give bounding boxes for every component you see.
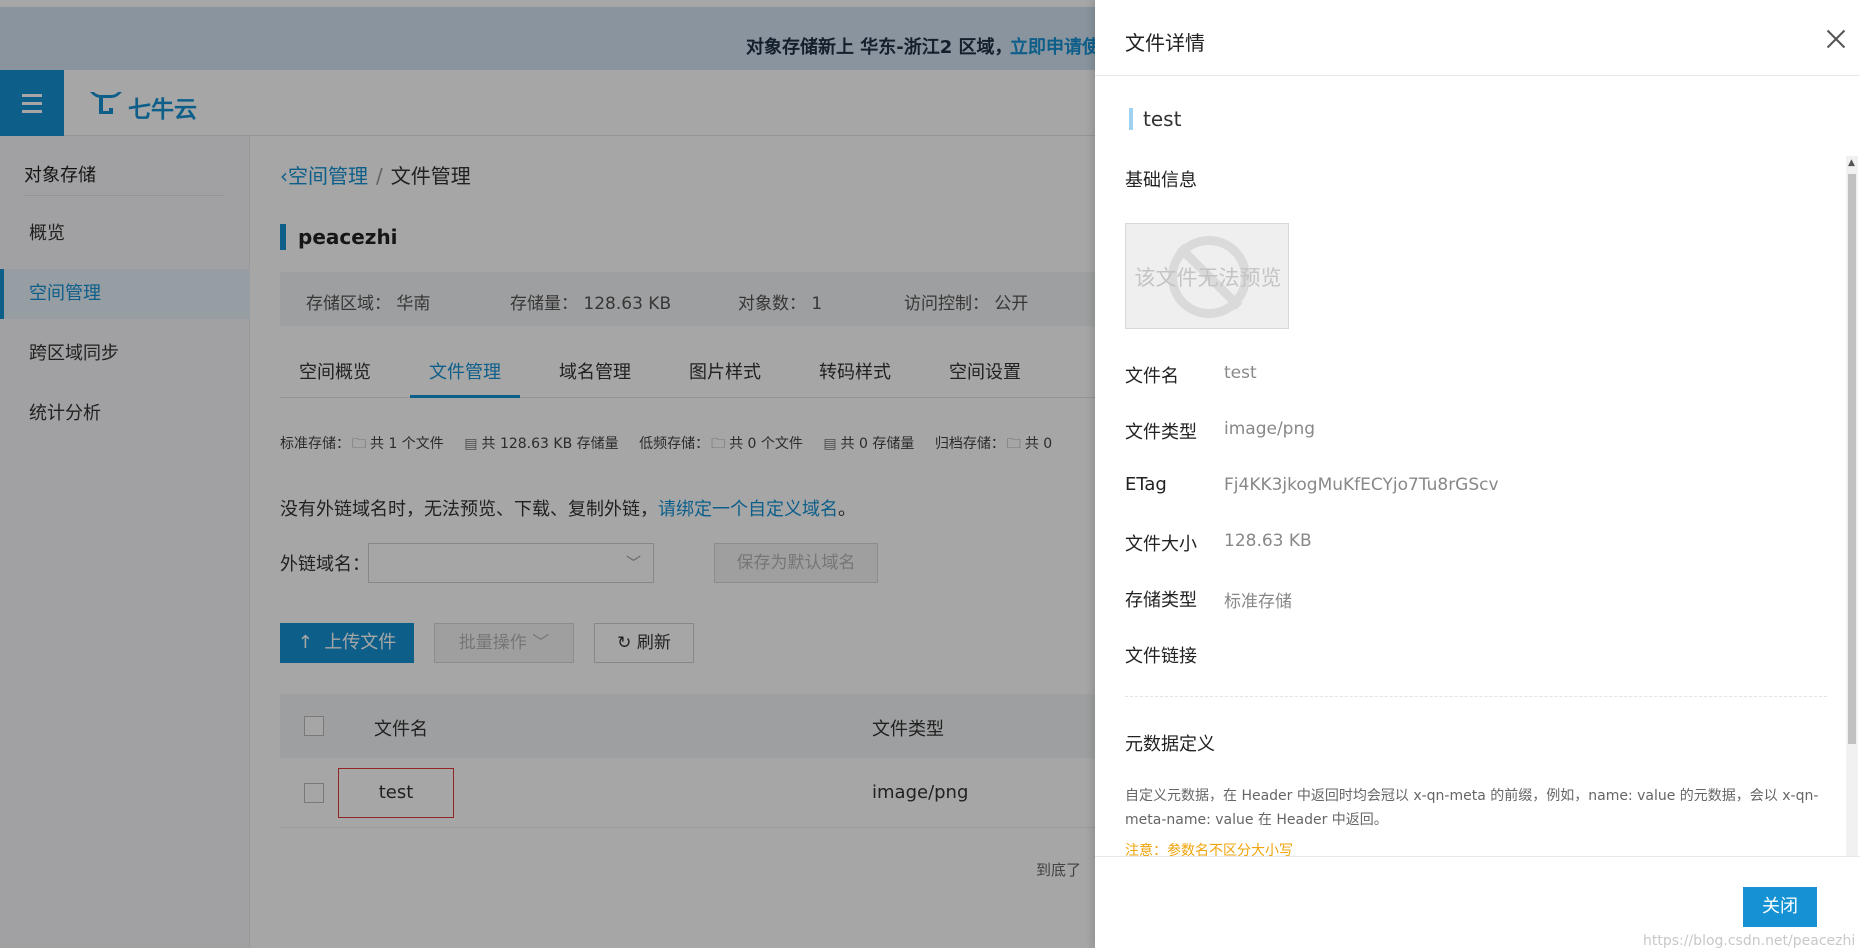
drawer-title: 文件详情 — [1125, 31, 1205, 55]
scroll-up-icon[interactable]: ▲ — [1848, 158, 1855, 168]
field-label-filesize: 文件大小 — [1125, 534, 1197, 555]
field-value-storage-type: 标准存储 — [1224, 592, 1292, 612]
field-value-etag: Fj4KK3jkogMuKfECYjo7Tu8rGScv — [1224, 475, 1499, 495]
drawer-scrollbar[interactable]: ▲ ▼ — [1846, 156, 1858, 856]
metadata-description: 自定义元数据，在 Header 中返回时均会冠以 x-qn-meta 的前缀，例… — [1125, 788, 1819, 828]
metadata-title: 元数据定义 — [1125, 734, 1215, 755]
field-label-filetype: 文件类型 — [1125, 422, 1197, 443]
field-label-storage-type: 存储类型 — [1125, 590, 1197, 611]
section-divider — [1125, 696, 1827, 697]
drawer-body: test 基础信息 该文件无法预览 文件名 test 文件类型 image/pn… — [1095, 76, 1860, 856]
close-button[interactable]: 关闭 — [1743, 887, 1817, 927]
watermark: https://blog.csdn.net/peacezhi — [1643, 933, 1856, 948]
preview-unavailable-text: 该文件无法预览 — [1134, 266, 1282, 290]
file-details-drawer: 文件详情 test 基础信息 该文件无法预览 文件名 test 文件类型 ima… — [1095, 0, 1860, 948]
scrollbar-thumb[interactable] — [1848, 174, 1856, 744]
modal-backdrop[interactable] — [0, 0, 1095, 948]
metadata-note: 注意：参数名不区分大小写 — [1125, 843, 1293, 856]
field-value-filesize: 128.63 KB — [1224, 531, 1312, 551]
drawer-header: 文件详情 — [1095, 0, 1860, 76]
basic-info-title: 基础信息 — [1125, 170, 1197, 191]
file-name-heading: test — [1129, 108, 1181, 130]
field-label-file-link: 文件链接 — [1125, 646, 1197, 667]
drawer-footer: 关闭 https://blog.csdn.net/peacezhi — [1095, 856, 1860, 948]
field-value-filetype: image/png — [1224, 419, 1316, 439]
field-value-filename: test — [1224, 363, 1257, 383]
field-label-etag: ETag — [1125, 474, 1167, 495]
file-preview: 该文件无法预览 — [1125, 223, 1289, 329]
close-icon[interactable] — [1823, 26, 1849, 52]
field-label-filename: 文件名 — [1125, 366, 1179, 387]
